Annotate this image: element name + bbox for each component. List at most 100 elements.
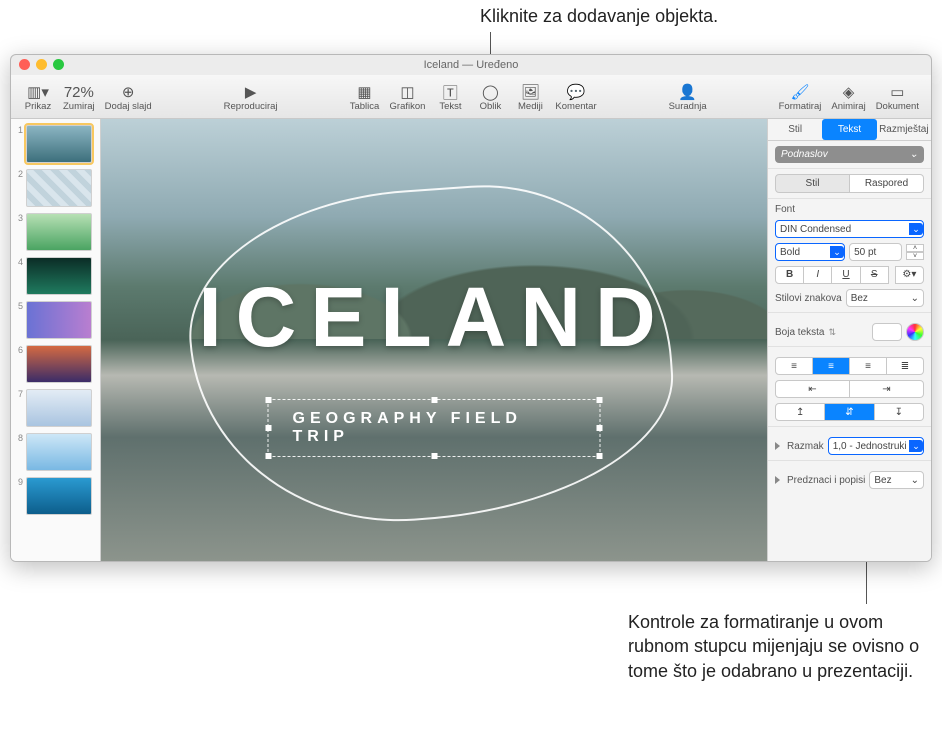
- handle-icon[interactable]: [597, 397, 603, 403]
- disclosure-icon[interactable]: [775, 476, 780, 484]
- slide-thumb-2[interactable]: 2: [15, 169, 96, 207]
- valign-top-button[interactable]: ↥: [775, 403, 825, 421]
- chart-label: Grafikon: [390, 101, 426, 112]
- strikethrough-button[interactable]: S: [861, 266, 889, 284]
- tab-arrange[interactable]: Razmještaj: [877, 119, 931, 140]
- handle-icon[interactable]: [266, 425, 272, 431]
- handle-icon[interactable]: [597, 425, 603, 431]
- align-justify-button[interactable]: ≣: [887, 357, 924, 375]
- bullets-select[interactable]: Bez ⌄: [869, 471, 924, 489]
- handle-icon[interactable]: [266, 397, 272, 403]
- shape-button[interactable]: ◯ Oblik: [471, 77, 509, 117]
- align-right-icon: ≡: [865, 361, 871, 372]
- bullets-label: Predznaci i popisi: [787, 475, 865, 486]
- font-size-stepper[interactable]: ˄ ˅: [906, 244, 924, 260]
- slide-canvas[interactable]: ICELAND GEOGRAPHY FIELD TRIP: [101, 119, 767, 561]
- text-color-swatch[interactable]: [872, 323, 902, 341]
- slide-thumb-5[interactable]: 5: [15, 301, 96, 339]
- handle-icon[interactable]: [431, 397, 437, 403]
- spacing-select[interactable]: 1,0 - Jednostruki ⌄: [828, 437, 924, 455]
- outdent-button[interactable]: ⇤: [775, 380, 850, 398]
- add-slide-label: Dodaj slajd: [105, 101, 152, 112]
- text-label: Tekst: [439, 101, 461, 112]
- thumb-icon: [26, 301, 92, 339]
- slide-number: 4: [15, 257, 23, 267]
- view-button[interactable]: ▥▾ Prikaz: [19, 77, 57, 117]
- chart-button[interactable]: ◫ Grafikon: [386, 77, 430, 117]
- slide-thumb-3[interactable]: 3: [15, 213, 96, 251]
- window-body: 1 2 3 4 5 6 7 8 9 ICELAND GEOGRAPHY FIEL…: [11, 119, 931, 561]
- thumb-icon: [26, 125, 92, 163]
- zoom-button[interactable]: 72% Zumiraj: [59, 77, 99, 117]
- align-left-button[interactable]: ≡: [775, 357, 813, 375]
- font-section: Font DIN Condensed ⌄ Bold ⌄ 50 pt: [768, 199, 931, 313]
- collaborate-icon: 👤: [678, 83, 697, 101]
- collaborate-label: Suradnja: [669, 101, 707, 112]
- slide-subtitle-box[interactable]: GEOGRAPHY FIELD TRIP: [268, 399, 601, 457]
- align-right-button[interactable]: ≡: [850, 357, 887, 375]
- char-styles-select[interactable]: Bez ⌄: [846, 289, 924, 307]
- comment-button[interactable]: 💬 Komentar: [551, 77, 600, 117]
- slide-thumb-8[interactable]: 8: [15, 433, 96, 471]
- slide-number: 3: [15, 213, 23, 223]
- format-button[interactable]: 🖌 Formatiraj: [775, 77, 826, 117]
- slide-thumb-1[interactable]: 1: [15, 125, 96, 163]
- align-center-button[interactable]: ≡: [813, 357, 850, 375]
- play-button[interactable]: ▶ Reproduciraj: [220, 77, 282, 117]
- slide-thumb-6[interactable]: 6: [15, 345, 96, 383]
- slide-thumb-7[interactable]: 7: [15, 389, 96, 427]
- slide-number: 8: [15, 433, 23, 443]
- window-controls: [19, 59, 64, 70]
- alignment-section: ≡ ≡ ≡ ≣ ⇤ ⇥ ↥ ⇵ ↧: [768, 347, 931, 427]
- valign-bottom-button[interactable]: ↧: [875, 403, 924, 421]
- format-label: Formatiraj: [779, 101, 822, 112]
- bullets-value: Bez: [874, 475, 891, 486]
- font-size-field[interactable]: 50 pt: [849, 243, 902, 261]
- font-family-select[interactable]: DIN Condensed ⌄: [775, 220, 924, 238]
- disclosure-icon[interactable]: [775, 442, 780, 450]
- font-weight-value: Bold: [780, 247, 800, 258]
- tab-style[interactable]: Stil: [768, 119, 822, 140]
- underline-button[interactable]: U: [832, 266, 860, 284]
- shape-icon: ◯: [482, 83, 499, 101]
- slide-thumb-4[interactable]: 4: [15, 257, 96, 295]
- collaborate-button[interactable]: 👤 Suradnja: [665, 77, 711, 117]
- vertical-alignment: ↥ ⇵ ↧: [775, 403, 924, 421]
- close-icon[interactable]: [19, 59, 30, 70]
- slide-title[interactable]: ICELAND: [101, 269, 767, 366]
- paragraph-style-select[interactable]: Podnaslov ⌄: [775, 146, 924, 163]
- outdent-icon: ⇤: [808, 384, 816, 395]
- subtab-style[interactable]: Stil: [775, 174, 850, 193]
- bold-button[interactable]: B: [775, 266, 804, 284]
- zoom-label: Zumiraj: [63, 101, 95, 112]
- zoom-icon[interactable]: [53, 59, 64, 70]
- indent-button[interactable]: ⇥: [850, 380, 924, 398]
- chevron-up-icon: ˄: [906, 244, 924, 252]
- font-weight-select[interactable]: Bold ⌄: [775, 243, 845, 261]
- document-button[interactable]: ▭ Dokument: [872, 77, 923, 117]
- insert-object-group: ▦ Tablica ◫ Grafikon 🅃 Tekst ◯ Oblik 🖼 M…: [346, 77, 601, 117]
- callout-top-text: Kliknite za dodavanje objekta.: [480, 6, 718, 26]
- italic-button[interactable]: I: [804, 266, 832, 284]
- slide-navigator[interactable]: 1 2 3 4 5 6 7 8 9: [11, 119, 101, 561]
- table-button[interactable]: ▦ Tablica: [346, 77, 384, 117]
- subtab-layout[interactable]: Raspored: [850, 174, 924, 193]
- media-button[interactable]: 🖼 Mediji: [511, 77, 549, 117]
- handle-icon[interactable]: [266, 453, 272, 459]
- advanced-options-button[interactable]: ⚙︎▾: [895, 266, 924, 284]
- add-slide-button[interactable]: ⊕ Dodaj slajd: [101, 77, 156, 117]
- chevron-down-icon: ⌄: [909, 223, 923, 235]
- valign-middle-button[interactable]: ⇵: [825, 403, 874, 421]
- table-label: Tablica: [350, 101, 380, 112]
- slide-thumb-9[interactable]: 9: [15, 477, 96, 515]
- animate-button[interactable]: ◈ Animiraj: [827, 77, 869, 117]
- text-button[interactable]: 🅃 Tekst: [431, 77, 469, 117]
- slide-number: 5: [15, 301, 23, 311]
- handle-icon[interactable]: [597, 453, 603, 459]
- minimize-icon[interactable]: [36, 59, 47, 70]
- inspector-top-tabs: Stil Tekst Razmještaj: [768, 119, 931, 141]
- tab-text[interactable]: Tekst: [822, 119, 876, 140]
- color-wheel-icon[interactable]: [906, 323, 924, 341]
- handle-icon[interactable]: [431, 453, 437, 459]
- paragraph-style-section: Podnaslov ⌄: [768, 141, 931, 169]
